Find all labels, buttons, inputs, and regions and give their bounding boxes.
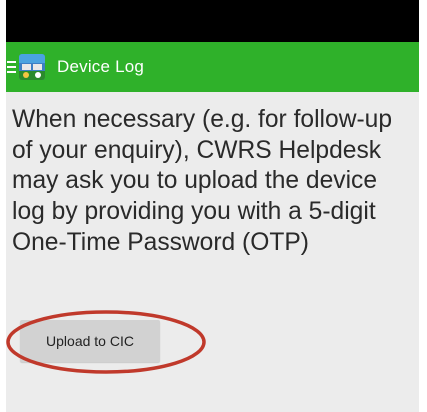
hamburger-menu-icon[interactable] <box>7 61 17 73</box>
app-title: Device Log <box>57 57 145 76</box>
upload-to-cic-button[interactable]: Upload to CIC <box>20 320 160 362</box>
action-bar: Device Log <box>6 42 419 92</box>
content-area: When necessary (e.g. for follow-up of yo… <box>12 105 412 259</box>
status-bar <box>6 0 419 42</box>
right-frame-border <box>419 0 427 412</box>
app-logo-icon[interactable] <box>19 54 45 80</box>
device-log-message: When necessary (e.g. for follow-up of yo… <box>12 106 393 256</box>
